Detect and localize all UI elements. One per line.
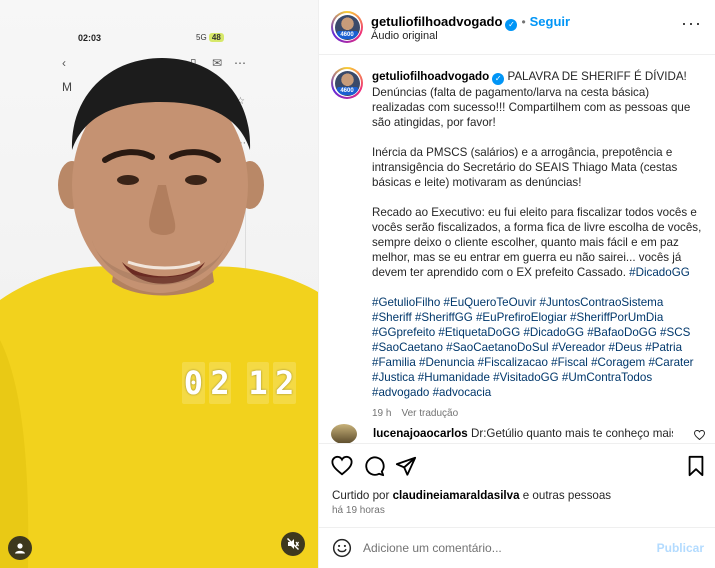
timer-digit: 1 (246, 362, 270, 404)
post-panel: 4600 getuliofilhoadvogado ✓ • Seguir Áudio … (318, 0, 715, 568)
liked-by-user[interactable]: claudineiamaraldasilva (393, 489, 520, 502)
author-line: getuliofilhoadvogado ✓ • Seguir (371, 13, 570, 31)
add-comment-bar: Publicar (319, 527, 715, 568)
verified-badge-icon: ✓ (505, 18, 518, 31)
person-figure (0, 58, 318, 568)
like-heart-icon[interactable] (331, 455, 353, 477)
avatar-badge: 4600 (336, 86, 358, 95)
caption-avatar[interactable]: 4600 (331, 67, 363, 99)
video-timer-overlay: 0 2 1 2 (182, 362, 297, 404)
emoji-icon[interactable] (332, 538, 352, 558)
publish-button[interactable]: Publicar (657, 541, 704, 555)
caption-username[interactable]: getuliofilhoadvogado (372, 70, 489, 83)
caption-area[interactable]: 4600 getuliofilhoadvogado ✓ PALAVRA DE SH… (319, 56, 715, 442)
liked-by-suffix: e outras pessoas (519, 489, 612, 502)
mute-button[interactable] (281, 532, 305, 556)
liked-by-prefix: Curtido por (332, 489, 393, 502)
author-username[interactable]: getuliofilhoadvogado (371, 14, 502, 29)
see-translation-link[interactable]: Ver tradução (401, 408, 458, 419)
caption-meta: 19 h Ver tradução (372, 406, 702, 421)
author-avatar[interactable]: 4600 (331, 11, 363, 43)
commenter-username[interactable]: lucenajoaocarlos (373, 427, 468, 440)
tagged-users-button[interactable] (8, 536, 32, 560)
timer-digit: 0 (182, 362, 205, 404)
caption-paragraph: Inércia da PMSCS (salários) e a arrogânc… (372, 145, 678, 189)
comment-input[interactable] (363, 538, 653, 558)
caption-text: getuliofilhoadvogado ✓ PALAVRA DE SHERIFF… (372, 69, 702, 421)
save-bookmark-icon[interactable] (685, 455, 707, 477)
post-time: 19 h (372, 407, 392, 419)
follow-button[interactable]: Seguir (530, 14, 570, 29)
hashtag-link[interactable]: #DicadoGG (629, 266, 690, 279)
timer-digit: 2 (273, 362, 297, 404)
comment-like-heart-icon[interactable] (694, 430, 705, 440)
post-time-ago: há 19 horas (332, 505, 385, 516)
user-icon (15, 543, 25, 554)
post-header: 4600 getuliofilhoadvogado ✓ • Seguir Áudio … (319, 0, 715, 55)
comment-bubble-icon[interactable] (363, 455, 385, 477)
more-options-icon[interactable]: ··· (681, 14, 702, 32)
hashtag-list[interactable]: #GetulioFilho #EuQueroTeOuvir #JuntosCon… (372, 296, 694, 399)
comment-row: lucenajoaocarlos Dr:Getúlio quanto mais … (331, 424, 711, 444)
comment-text: lucenajoaocarlos Dr:Getúlio quanto mais … (373, 427, 673, 440)
audio-link[interactable]: Áudio original (371, 30, 438, 42)
separator-dot: • (521, 15, 526, 29)
speaker-muted-icon (287, 538, 300, 550)
timer-digit: 2 (208, 362, 232, 404)
liked-by-summary[interactable]: Curtido por claudineiamaraldasilva e out… (332, 489, 611, 502)
comment-body: Dr:Getúlio quanto mais te conheço mais o (470, 427, 673, 440)
post-media-video[interactable]: 02:03 5G 48 ‹ ▯ ✉ ⋯ M ☆ ⋯ (0, 0, 318, 568)
commenter-avatar[interactable] (331, 424, 357, 444)
avatar-badge: 4600 (336, 30, 358, 39)
verified-badge-icon: ✓ (492, 72, 505, 85)
share-paper-plane-icon[interactable] (395, 455, 417, 477)
